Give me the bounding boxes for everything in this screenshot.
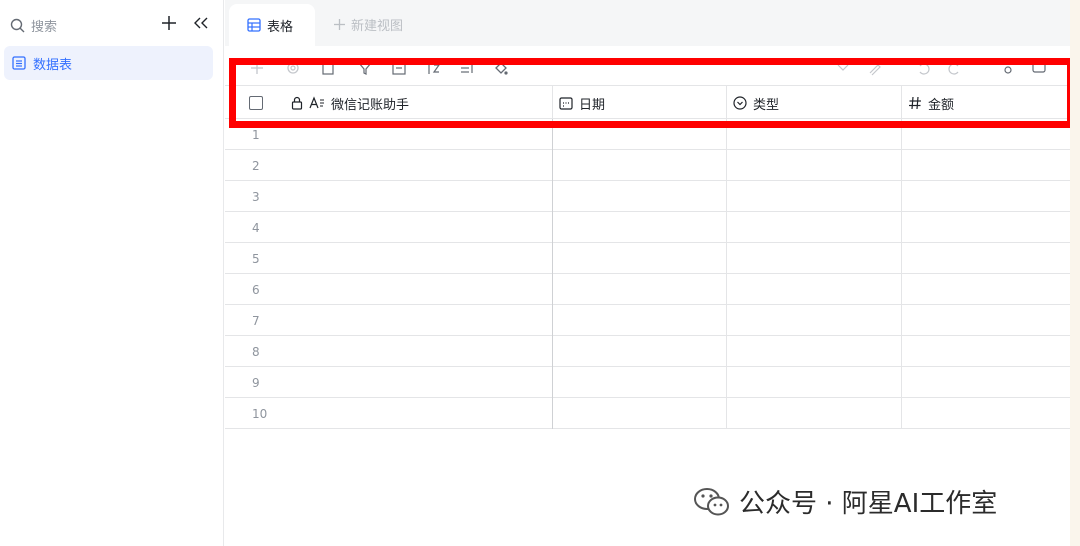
cell-divider [726,367,727,398]
add-table-button[interactable] [160,14,178,32]
cell-divider [901,243,902,274]
search-box[interactable]: 搜索 [10,16,57,35]
cell-divider [901,336,902,367]
cell-divider [552,305,553,336]
watermark: 公众号 · 阿星AI工作室 [693,483,997,520]
sidebar-header: 搜索 [0,0,224,42]
row-number: 8 [252,345,260,359]
table-row[interactable]: 4 [225,212,1070,243]
search-placeholder: 搜索 [31,20,58,35]
cell-divider [726,305,727,336]
sidebar-item-datatable[interactable]: 数据表 [4,46,213,80]
watermark-text: 公众号 · 阿星AI工作室 [739,489,998,519]
cell-divider [726,336,727,367]
table-row[interactable]: 3 [225,181,1070,212]
cell-divider [726,150,727,181]
cell-divider [901,181,902,212]
collapse-sidebar-button[interactable] [193,14,209,32]
table-row[interactable]: 6 [225,274,1070,305]
cell-divider [901,274,902,305]
cell-divider [726,181,727,212]
row-number: 9 [252,376,260,390]
cell-divider [552,336,553,367]
sidebar: 搜索 数据表 [0,0,224,546]
cell-divider [901,150,902,181]
table-row[interactable]: 9 [225,367,1070,398]
cell-divider [552,150,553,181]
cell-divider [901,367,902,398]
double-chevron-left-icon [194,17,208,29]
cell-divider [726,243,727,274]
table-row[interactable]: 2 [225,150,1070,181]
cell-divider [552,274,553,305]
view-tabbar: 表格 新建视图 [225,0,1070,46]
cell-divider [726,212,727,243]
table-row[interactable]: 7 [225,305,1070,336]
sidebar-item-label: 数据表 [33,57,73,73]
search-icon [10,18,25,33]
table-row[interactable]: 5 [225,243,1070,274]
table-icon [12,56,26,70]
row-number: 3 [252,190,260,204]
cell-divider [726,398,727,429]
plus-icon [162,16,176,30]
row-number: 1 [252,128,260,142]
table-row[interactable]: 8 [225,336,1070,367]
cell-divider [552,212,553,243]
table-body: 1 2 3 4 5 6 7 8 9 10 [225,119,1070,429]
new-view-label: 新建视图 [351,19,404,34]
new-view-button[interactable]: 新建视图 [333,15,403,34]
right-edge-strip [1070,0,1080,546]
cell-divider [552,243,553,274]
row-number: 7 [252,314,260,328]
tab-grid-view[interactable]: 表格 [229,4,315,46]
table-row[interactable]: 10 [225,398,1070,429]
cell-divider [552,181,553,212]
row-number: 2 [252,159,260,173]
highlight-box [229,58,1074,128]
tab-label: 表格 [267,19,294,35]
row-number: 10 [252,407,268,421]
cell-divider [726,274,727,305]
row-number: 4 [252,221,260,235]
cell-divider [901,398,902,429]
grid-icon [247,18,261,32]
cell-divider [552,367,553,398]
plus-icon [334,19,345,30]
cell-divider [552,398,553,429]
cell-divider [901,212,902,243]
cell-divider [901,305,902,336]
wechat-icon [694,487,729,515]
row-number: 6 [252,283,260,297]
row-number: 5 [252,252,260,266]
